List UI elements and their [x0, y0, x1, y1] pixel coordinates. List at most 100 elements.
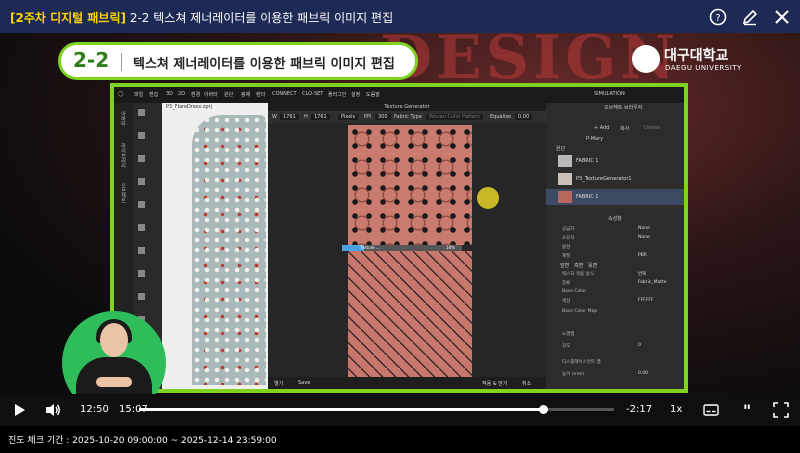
tool-icon: [138, 109, 145, 116]
quote-icon[interactable]: ": [739, 402, 755, 418]
property-row: 노멀맵: [546, 331, 684, 339]
course-week-tag: [2주차 디지털 패브릭]: [10, 11, 126, 25]
current-time: 12:50: [80, 404, 109, 415]
side-tab: 뒷면: [588, 263, 598, 269]
progress-check-period: 진도 체크 기간 : 2025-10-20 09:00:00 ~ 2025-12…: [8, 436, 277, 446]
lecture-title-badge: 2-2 텍스쳐 제너레이터를 이용한 패브릭 이미지 편집: [58, 42, 418, 80]
width-value: 1761: [280, 114, 299, 120]
progress-label: Texture ...: [360, 245, 380, 250]
open-button: 열기: [274, 381, 284, 387]
fabric-type-label: Fabric Type: [394, 114, 422, 120]
texture-generator-title: Texture Generator: [268, 103, 546, 111]
property-row: Base Color Map: [546, 309, 684, 317]
property-value: None: [638, 226, 650, 231]
property-key: Base Color Map: [562, 309, 598, 314]
subtitle-icon[interactable]: [703, 402, 719, 418]
cancel-button: 취소: [522, 381, 532, 387]
seek-bar[interactable]: [139, 405, 614, 414]
property-key: 높이 (mm): [562, 372, 584, 377]
simulation-label: SIMULATION: [594, 91, 625, 97]
property-row: Base Color: [546, 289, 684, 297]
tool-icon: [138, 201, 145, 208]
volume-icon[interactable]: [45, 402, 61, 418]
property-row: 텍스처 적용 방식 반복: [546, 271, 684, 279]
texture-panel-footer: 열기 Save 적용 & 닫기 취소: [268, 377, 546, 389]
title-divider: [121, 53, 122, 71]
property-row: 재질 PBR: [546, 253, 684, 261]
tool-icon: [138, 178, 145, 185]
interpreter-hands: [96, 377, 132, 387]
property-key: 텍스처 적용 방식: [562, 272, 594, 277]
top-bar: [2주차 디지털 패브릭] 2-2 텍스쳐 제너레이터를 이용한 패브릭 이미지…: [0, 0, 800, 33]
fabric-list-item-selected: FABRIC 1: [546, 189, 684, 205]
fullscreen-icon[interactable]: [773, 402, 789, 418]
menu-item: 환경: [191, 92, 201, 98]
course-title: [2주차 디지털 패브릭] 2-2 텍스쳐 제너레이터를 이용한 패브릭 이미지…: [10, 9, 393, 26]
lecture-number: 2-2: [73, 48, 110, 72]
fabric-name: P3_TextureGenerator1: [576, 176, 632, 182]
video-frame[interactable]: DESIGN 2-2 텍스쳐 제너레이터를 이용한 패브릭 이미지 편집 대구대…: [0, 33, 800, 394]
help-icon[interactable]: ?: [709, 8, 727, 26]
property-key: 소유자: [562, 236, 575, 241]
property-row: 디스플레이스먼트 맵: [546, 359, 684, 367]
tool-icon: [138, 155, 145, 162]
seek-bar-handle[interactable]: [539, 405, 548, 414]
app-logo-icon: ◯: [118, 91, 124, 97]
primary-label: P-Mary: [586, 136, 604, 142]
property-value: FFFFFF: [638, 298, 654, 303]
delete-button: Delete: [644, 125, 661, 131]
side-tab: 앞면: [560, 263, 570, 269]
property-key: 색상: [562, 299, 571, 304]
svg-text:?: ?: [715, 13, 720, 24]
fabric-swatch: [558, 191, 572, 203]
menu-item: 아바타: [204, 92, 218, 98]
property-row: 공급자 None: [546, 226, 684, 234]
property-key: 종류: [562, 281, 571, 286]
property-row: 높이 (mm) 0.00: [546, 371, 684, 379]
property-value: None: [638, 235, 650, 240]
equalize-value: 0.00: [515, 114, 533, 120]
floral-dress-image: [192, 115, 266, 385]
property-value: 0.00: [638, 371, 649, 376]
university-name-kr: 대구대학교: [664, 48, 729, 64]
side-tab: 측면: [574, 263, 584, 269]
property-row: 소유자 None: [546, 235, 684, 243]
progress-percent: 18%: [446, 245, 455, 250]
tool-icon: [138, 293, 145, 300]
save-button: Save: [298, 380, 311, 386]
copy-button: 복사: [620, 126, 630, 132]
menu-item: CONNECT: [272, 91, 297, 97]
property-value: PBR: [638, 253, 647, 258]
fabric-name: FABRIC 1: [576, 194, 599, 200]
fabric-list-item: P3_TextureGenerator1: [546, 171, 684, 187]
ppi-value: 300: [375, 114, 391, 120]
remaining-time: -2:17: [626, 404, 653, 415]
edit-icon[interactable]: [741, 8, 759, 26]
left-tab: 라이브러리: [120, 143, 126, 168]
property-row: 종류 Fabric_Matte: [546, 280, 684, 288]
fabric-swatch: [558, 155, 572, 167]
close-icon[interactable]: [773, 8, 791, 26]
menu-item: 렌더: [256, 92, 266, 98]
playback-speed[interactable]: 1x: [670, 404, 682, 415]
fabric-section-label: 원단: [556, 146, 566, 152]
property-key: 물성: [562, 245, 571, 250]
object-browser-title: 오브젝트 브라우저: [604, 105, 643, 111]
tool-icon: [138, 224, 145, 231]
equalize-label: Equalize: [490, 114, 512, 120]
seek-bar-played: [139, 408, 543, 411]
lecture-title: 텍스쳐 제너레이터를 이용한 패브릭 이미지 편집: [133, 57, 395, 72]
app-menu-bar: ◯ 파일 편집 3D 2D 환경 아바타 원단 봉제 렌더 CONNECT CL…: [114, 87, 684, 103]
property-key: 노멀맵: [562, 332, 575, 337]
mouse-cursor-highlight: [477, 187, 499, 209]
course-title-text: 2-2 텍스쳐 제너레이터를 이용한 패브릭 이미지 편집: [129, 11, 394, 25]
height-label: H: [304, 114, 308, 120]
property-value: Fabric_Matte: [638, 280, 667, 285]
width-label: W: [272, 114, 277, 120]
apply-close-button: 적용 & 닫기: [482, 381, 508, 387]
property-key: Base Color: [562, 289, 587, 294]
play-icon[interactable]: [11, 402, 27, 418]
left-tab: 아바타: [120, 111, 126, 126]
menu-item: 편집: [149, 92, 159, 98]
interpreter-face: [100, 323, 128, 357]
